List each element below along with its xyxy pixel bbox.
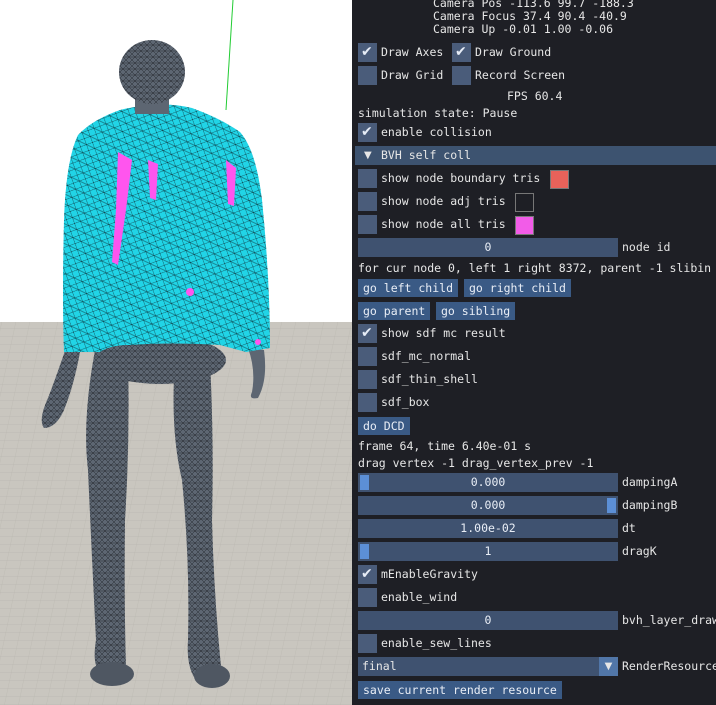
show-sdf-mc-result-label: show sdf mc result: [381, 326, 506, 340]
enable-gravity-checkbox[interactable]: ✔: [358, 565, 377, 584]
damping-a-value: 0.000: [470, 475, 506, 489]
enable-collision-checkbox[interactable]: ✔: [358, 123, 377, 142]
draw-ground-label: Draw Ground: [475, 45, 552, 59]
save-render-resource-button[interactable]: save current render resource: [358, 681, 562, 699]
node-id-value: 0: [484, 240, 492, 254]
enable-sew-lines-checkbox[interactable]: [358, 634, 377, 653]
scene-canvas: [0, 0, 352, 705]
sdf-mc-normal-label: sdf_mc_normal: [381, 349, 472, 363]
bvh-section-header[interactable]: ▼ BVH self coll: [355, 146, 716, 165]
drag-info-text: drag vertex -1 drag_vertex_prev -1: [358, 456, 594, 470]
enable-wind-label: enable_wind: [381, 590, 458, 604]
node-id-label: node id: [622, 240, 671, 254]
sdf-thin-shell-checkbox[interactable]: [358, 370, 377, 389]
checkmark-icon: ✔: [361, 566, 373, 582]
draw-axes-label: Draw Axes: [381, 45, 444, 59]
character-head: [119, 40, 185, 114]
3d-viewport[interactable]: [0, 0, 352, 705]
character-shirt: [63, 104, 270, 352]
enable-wind-checkbox[interactable]: [358, 588, 377, 607]
show-sdf-mc-result-checkbox[interactable]: ✔: [358, 324, 377, 343]
sdf-thin-shell-label: sdf_thin_shell: [381, 372, 478, 386]
sdf-mc-normal-checkbox[interactable]: [358, 347, 377, 366]
dt-label: dt: [622, 521, 636, 535]
record-screen-label: Record Screen: [475, 68, 566, 82]
do-dcd-button[interactable]: do DCD: [358, 417, 410, 435]
draw-grid-checkbox[interactable]: [358, 66, 377, 85]
show-node-all-checkbox[interactable]: [358, 215, 377, 234]
dt-input[interactable]: 1.00e-02: [358, 519, 618, 538]
record-screen-checkbox[interactable]: [452, 66, 471, 85]
all-color-swatch[interactable]: [515, 216, 534, 235]
go-sibling-button[interactable]: go sibling: [436, 302, 516, 320]
show-node-boundary-checkbox[interactable]: [358, 169, 377, 188]
show-node-adj-checkbox[interactable]: [358, 192, 377, 211]
boundary-color-swatch[interactable]: [550, 170, 569, 189]
node-id-input[interactable]: 0: [358, 238, 618, 257]
damping-a-label: dampingA: [622, 475, 678, 489]
fps-text: FPS 60.4: [507, 89, 563, 103]
draw-axes-checkbox[interactable]: ✔: [358, 43, 377, 62]
enable-sew-lines-label: enable_sew_lines: [381, 636, 492, 650]
show-node-all-label: show node all tris: [381, 217, 506, 231]
damping-a-slider[interactable]: 0.000: [358, 473, 618, 492]
bvh-section-title: BVH self coll: [381, 148, 472, 162]
checkmark-icon: ✔: [455, 44, 467, 60]
simulation-state-text: simulation state: Pause: [358, 106, 518, 120]
render-resource-combo[interactable]: final ▼: [358, 657, 618, 676]
draw-grid-label: Draw Grid: [381, 68, 444, 82]
damping-b-value: 0.000: [470, 498, 506, 512]
render-resource-value: final: [362, 659, 397, 673]
go-left-child-button[interactable]: go left child: [358, 279, 459, 297]
show-node-boundary-label: show node boundary tris: [381, 171, 541, 185]
checkmark-icon: ✔: [361, 44, 373, 60]
camera-up-text: Camera Up -0.01 1.00 -0.06: [433, 22, 614, 36]
checkmark-icon: ✔: [361, 325, 373, 341]
drag-k-value: 1: [484, 544, 492, 558]
enable-collision-label: enable collision: [381, 125, 492, 139]
bvh-layer-draw-input[interactable]: 0: [358, 611, 618, 630]
go-parent-button[interactable]: go parent: [358, 302, 431, 320]
dropdown-arrow-icon[interactable]: ▼: [599, 657, 618, 676]
sdf-box-checkbox[interactable]: [358, 393, 377, 412]
bvh-layer-draw-value: 0: [484, 613, 492, 627]
y-axis-line: [225, 0, 234, 111]
enable-gravity-label: mEnableGravity: [381, 567, 478, 581]
render-resource-label: RenderResource: [622, 659, 716, 673]
frame-info-text: frame 64, time 6.40e-01 s: [358, 439, 532, 453]
node-info-text: for cur node 0, left 1 right 8372, paren…: [358, 261, 712, 275]
drag-k-label: dragK: [622, 544, 657, 558]
dt-value: 1.00e-02: [460, 521, 516, 535]
bvh-layer-draw-label: bvh_layer_draw: [622, 613, 716, 627]
sdf-box-label: sdf_box: [381, 395, 430, 409]
damping-b-slider[interactable]: 0.000: [358, 496, 618, 515]
damping-b-label: dampingB: [622, 498, 678, 512]
checkmark-icon: ✔: [361, 124, 373, 140]
show-node-adj-label: show node adj tris: [381, 194, 506, 208]
collapse-triangle-icon: ▼: [364, 150, 372, 161]
go-right-child-button[interactable]: go right child: [464, 279, 571, 297]
draw-ground-checkbox[interactable]: ✔: [452, 43, 471, 62]
drag-k-slider[interactable]: 1: [358, 542, 618, 561]
adj-color-swatch[interactable]: [515, 193, 534, 212]
